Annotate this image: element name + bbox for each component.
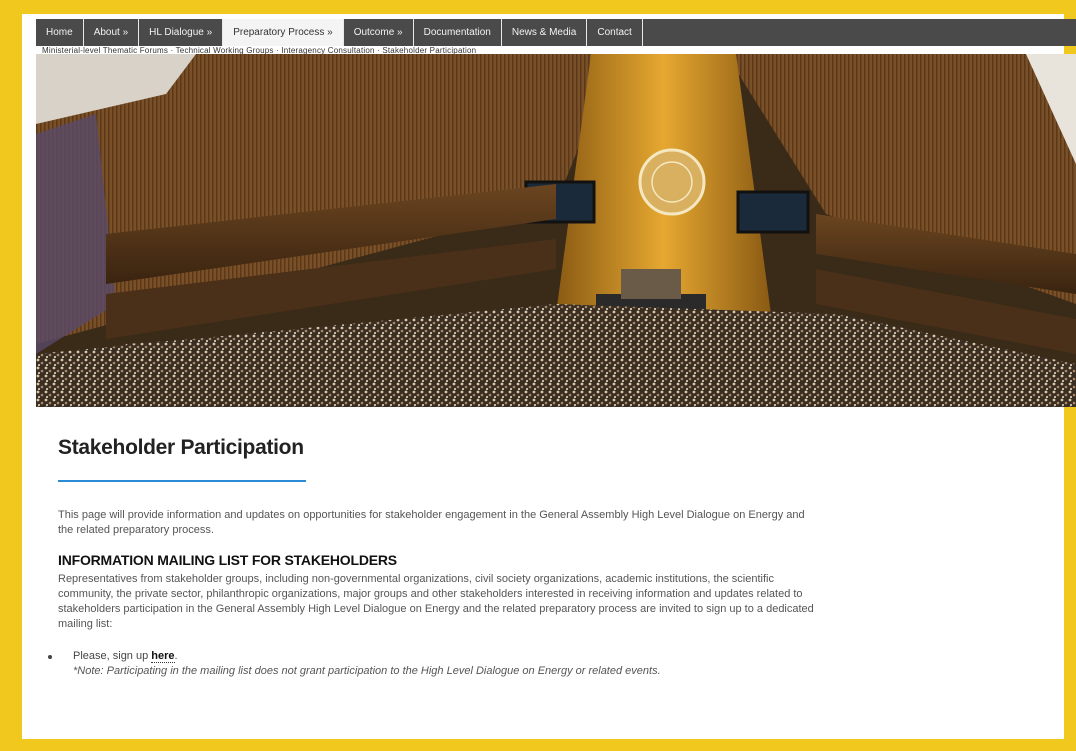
list-item: Please, sign up here. *Note: Participati… [48,649,661,679]
main-nav: Home About » HL Dialogue » Preparatory P… [36,19,1076,46]
nav-item-hl-dialogue[interactable]: HL Dialogue » [139,19,224,46]
signup-here-link[interactable]: here [151,650,175,663]
signup-suffix: . [174,650,178,662]
hero-image [36,54,1076,407]
nav-item-news-media[interactable]: News & Media [501,19,588,46]
nav-item-contact[interactable]: Contact [587,19,643,46]
signup-list: Please, sign up here. *Note: Participati… [48,649,661,679]
page-title: Stakeholder Participation [58,436,304,459]
section-body: Representatives from stakeholder groups,… [58,573,814,630]
nav-item-documentation[interactable]: Documentation [413,19,502,46]
signup-prefix: Please, sign up [73,650,152,662]
nav-item-preparatory-process[interactable]: Preparatory Process » [223,19,344,46]
nav-item-outcome[interactable]: Outcome » [343,19,414,46]
page-frame: Home About » HL Dialogue » Preparatory P… [0,0,1076,751]
general-assembly-hall-photo [36,54,1076,407]
page-container: Home About » HL Dialogue » Preparatory P… [36,19,1076,739]
intro-text: This page will provide information and u… [58,509,805,536]
nav-item-home[interactable]: Home [36,19,84,46]
nav-item-about[interactable]: About » [83,19,140,46]
bullet-icon [48,655,52,659]
title-underline [58,480,306,482]
section-heading: INFORMATION MAILING LIST FOR STAKEHOLDER… [58,552,397,568]
mailing-list-note: *Note: Participating in the mailing list… [73,665,661,677]
un-emblem-icon [638,148,706,216]
